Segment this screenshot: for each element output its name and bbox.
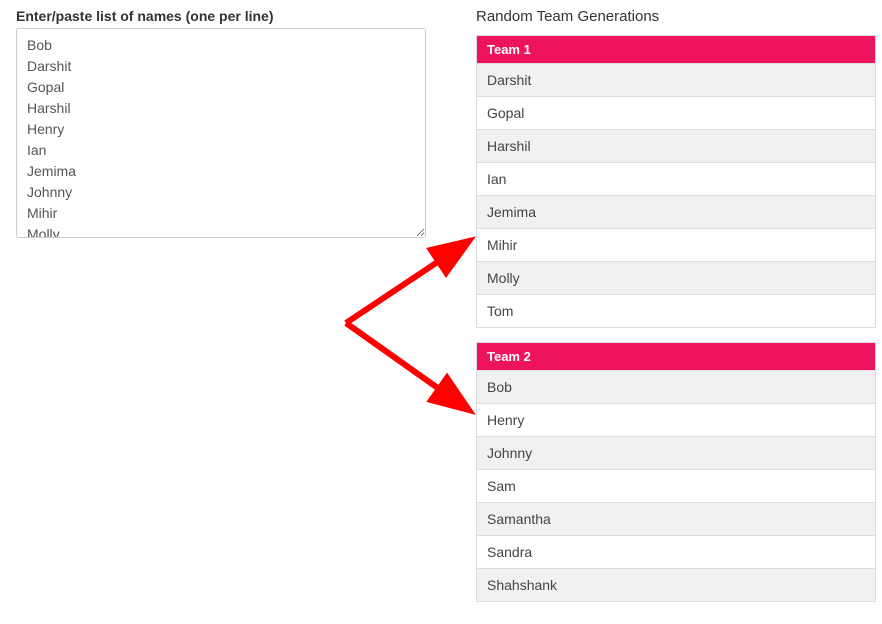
names-input-label: Enter/paste list of names (one per line) — [16, 8, 426, 24]
team-member-row: Harshil — [477, 129, 875, 162]
team-member-row: Sandra — [477, 535, 875, 568]
team-member-row: Samantha — [477, 502, 875, 535]
team-member-row: Molly — [477, 261, 875, 294]
team-block: Team 1DarshitGopalHarshilIanJemimaMihirM… — [476, 35, 876, 328]
team-block: Team 2BobHenryJohnnySamSamanthaSandraSha… — [476, 342, 876, 602]
team-header: Team 2 — [477, 343, 875, 370]
teams-container: Team 1DarshitGopalHarshilIanJemimaMihirM… — [476, 35, 876, 602]
team-member-row: Darshit — [477, 63, 875, 96]
team-header: Team 1 — [477, 36, 875, 63]
team-member-row: Tom — [477, 294, 875, 327]
team-member-row: Henry — [477, 403, 875, 436]
team-member-row: Jemima — [477, 195, 875, 228]
results-heading: Random Team Generations — [476, 8, 876, 25]
team-member-row: Shahshank — [477, 568, 875, 601]
team-member-row: Bob — [477, 370, 875, 403]
team-member-row: Mihir — [477, 228, 875, 261]
team-member-row: Ian — [477, 162, 875, 195]
names-textarea[interactable] — [16, 28, 426, 238]
arrow-graphic — [316, 228, 486, 428]
team-member-row: Johnny — [477, 436, 875, 469]
team-member-row: Sam — [477, 469, 875, 502]
team-member-row: Gopal — [477, 96, 875, 129]
